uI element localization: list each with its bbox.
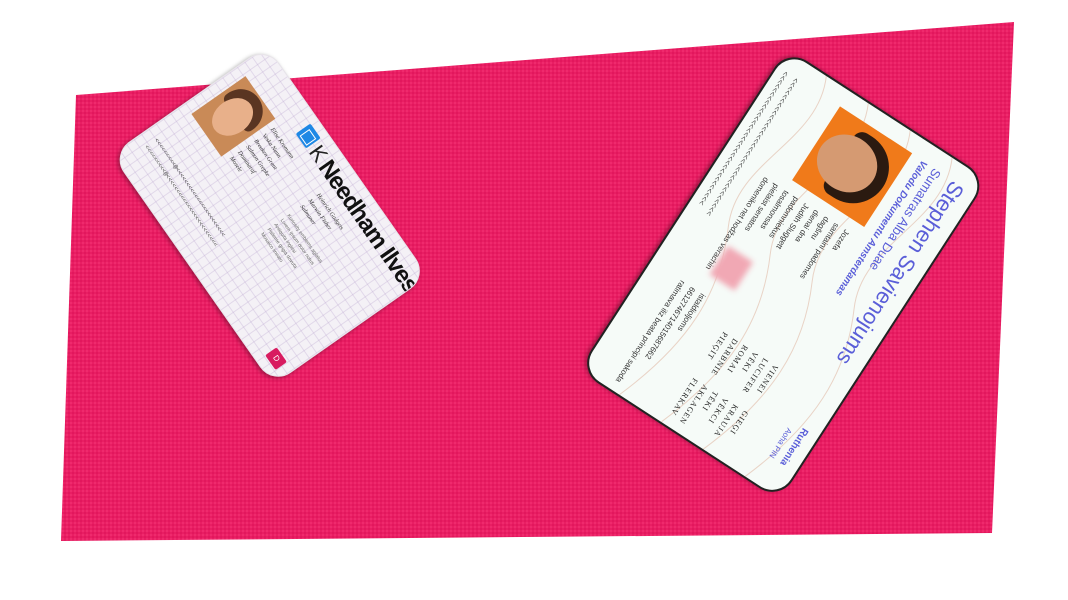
mrz-line: <<<<<<<<<@<<<<<<<<<<<<<<<<<<<<<<<	[152, 136, 227, 239]
card-badge: D	[265, 347, 287, 371]
holder-photo	[191, 76, 276, 157]
